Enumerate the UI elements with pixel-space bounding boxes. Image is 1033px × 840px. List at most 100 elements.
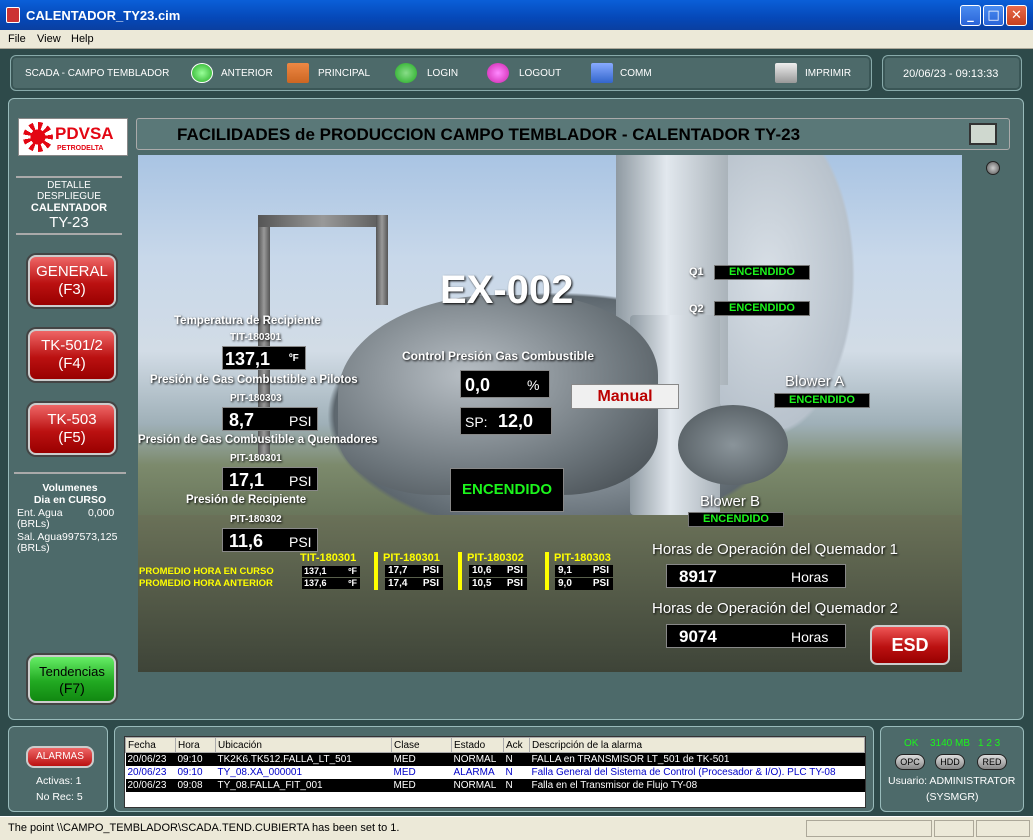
detail-block: DETALLE DESPLIEGUE CALENTADOR TY-23 (16, 176, 122, 235)
sys-user: Usuario: ADMINISTRATOR (888, 775, 1016, 787)
temp-display: 137,1 ºF (222, 346, 306, 370)
cell: Falla General del Sistema de Control (Pr… (529, 765, 865, 779)
avg-col-1-cur-value: 137,1 (304, 566, 327, 576)
general-button[interactable]: GENERAL (F3) (28, 255, 116, 307)
back-button[interactable]: ANTERIOR (221, 68, 273, 79)
close-button[interactable]: ✕ (1006, 5, 1027, 26)
avg-divider-3 (545, 552, 549, 590)
esd-button[interactable]: ESD (870, 625, 950, 665)
menu-file[interactable]: File (8, 33, 26, 45)
col-descripcion[interactable]: Descripción de la alarma (529, 737, 865, 753)
detail-line-4: TY-23 (16, 214, 122, 235)
col-fecha[interactable]: Fecha (125, 737, 176, 753)
hdd-indicator[interactable]: HDD (935, 754, 965, 770)
avg-col-2-tag: PIT-180301 (383, 552, 440, 564)
calendar-icon[interactable] (969, 123, 997, 145)
cell: Falla en el Transmisor de Flujo TY-08 (529, 778, 865, 792)
blower-housing (678, 405, 788, 485)
datetime: 20/06/23 - 09:13:33 (903, 68, 999, 80)
sys-mem: 3140 MB (930, 738, 971, 749)
sys-nums: 1 2 3 (978, 738, 1001, 749)
avg-col-3: PIT-180302 10,6 PSI 10,5 PSI (464, 552, 540, 592)
setpoint-display[interactable]: SP: 12,0 (460, 407, 552, 435)
q2-status: ENCENDIDO (714, 301, 810, 316)
avg-col-2-prev-value: 17,4 (388, 578, 408, 589)
logout-button[interactable]: LOGOUT (519, 68, 561, 79)
tk5012-button[interactable]: TK-501/2 (F4) (28, 329, 116, 381)
home-icon[interactable] (287, 63, 309, 83)
avg-col-3-tag: PIT-180302 (467, 552, 524, 564)
avg-col-1-prev: 137,6 ºF (302, 578, 360, 589)
hours1-display: 8917 Horas (666, 564, 846, 588)
vessel-unit: PSI (289, 534, 312, 550)
blower-b-label: Blower B (700, 493, 761, 510)
burner-tag: PIT-180301 (230, 453, 282, 464)
avg-col-2-prev: 17,4 PSI (385, 578, 443, 590)
blower-b-status: ENCENDIDO (688, 512, 784, 527)
col-ubicacion[interactable]: Ubicación (215, 737, 392, 753)
control-label: Control Presión Gas Combustible (402, 349, 595, 363)
printer-icon[interactable] (775, 63, 797, 83)
avg-col-2: PIT-180301 17,7 PSI 17,4 PSI (380, 552, 456, 592)
avg-col-4: PIT-180303 9,1 PSI 9,0 PSI (550, 552, 626, 592)
tk503-button[interactable]: TK-503 (F5) (28, 403, 116, 455)
general-label: GENERAL (36, 263, 108, 280)
back-arrow-icon[interactable] (191, 63, 213, 83)
col-estado[interactable]: Estado (451, 737, 504, 753)
maximize-button[interactable]: □ (983, 5, 1004, 26)
avg-col-2-cur: 17,7 PSI (385, 565, 443, 577)
home-button[interactable]: PRINCIPAL (318, 68, 370, 79)
avg-col-1-cur-unit: ºF (348, 566, 357, 576)
table-row[interactable]: 20/06/23 09:08 TY_08.FALLA_FIT_001 MED N… (125, 778, 865, 792)
login-users-icon[interactable] (395, 63, 417, 83)
opc-indicator[interactable]: OPC (895, 754, 925, 770)
col-clase[interactable]: Clase (391, 737, 452, 753)
table-row[interactable]: 20/06/23 09:10 TK2K6.TK512.FALLA_LT_501 … (125, 752, 865, 766)
temp-value: 137,1 (225, 349, 271, 369)
trends-button[interactable]: Tendencias (F7) (28, 655, 116, 703)
hours1-unit: Horas (791, 569, 829, 585)
vessel-value: 11,6 (229, 531, 264, 551)
water-out-unit: (BRLs) (17, 542, 50, 554)
alarm-table[interactable]: Fecha Hora Ubicación Clase Estado Ack De… (124, 736, 866, 808)
cell: TK2K6.TK512.FALLA_LT_501 (215, 752, 392, 766)
q2-label: Q2 (689, 303, 704, 315)
temp-tag: TIT-180301 (230, 332, 282, 343)
control-output-display[interactable]: 0,0 % (460, 370, 550, 398)
alarms-button[interactable]: ALARMAS (26, 746, 94, 768)
red-indicator[interactable]: RED (977, 754, 1007, 770)
volumes-title: Volumenes (42, 482, 98, 494)
sys-group: (SYSMGR) (926, 791, 979, 803)
network-icon[interactable] (591, 63, 613, 83)
burner-label: Presión de Gas Combustible a Quemadores (138, 434, 378, 446)
vessel-label: Presión de Recipiente (186, 494, 307, 506)
col-hora[interactable]: Hora (175, 737, 216, 753)
avg-col-3-cur-value: 10,6 (472, 565, 492, 576)
minimize-button[interactable]: _ (960, 5, 981, 26)
menu-view[interactable]: View (37, 33, 61, 45)
pilot-label: Presión de Gas Combustible a Pilotos (150, 374, 358, 386)
col-ack[interactable]: Ack (503, 737, 530, 753)
avg-col-4-tag: PIT-180303 (554, 552, 611, 564)
cell: 09:08 (175, 778, 216, 792)
status-message: The point \\CAMPO_TEMBLADOR\SCADA.TEND.C… (8, 822, 400, 834)
avg-previous-label: PROMEDIO HORA ANTERIOR (139, 578, 273, 589)
alarms-unack: No Rec: 5 (36, 791, 83, 803)
cell: 09:10 (175, 752, 216, 766)
sys-ok: OK (904, 738, 919, 749)
menu-help[interactable]: Help (71, 33, 94, 45)
cell: ALARMA (451, 765, 504, 779)
print-button[interactable]: IMPRIMIR (805, 68, 851, 79)
comm-button[interactable]: COMM (620, 68, 652, 79)
cell: N (503, 778, 530, 792)
login-button[interactable]: LOGIN (427, 68, 458, 79)
avg-col-1-cur: 137,1 ºF (302, 566, 360, 577)
table-row[interactable]: 20/06/23 09:10 TY_08.XA_000001 MED ALARM… (125, 765, 865, 779)
avg-col-4-prev-unit: PSI (592, 578, 609, 589)
mode-manual-button[interactable]: Manual (571, 384, 679, 409)
tk5012-label: TK-501/2 (41, 337, 103, 354)
logout-users-icon[interactable] (487, 63, 509, 83)
avg-col-2-cur-unit: PSI (422, 565, 439, 576)
clock-panel: 20/06/23 - 09:13:33 (882, 55, 1022, 91)
nav-bar: SCADA - CAMPO TEMBLADOR ANTERIOR PRINCIP… (10, 55, 872, 91)
